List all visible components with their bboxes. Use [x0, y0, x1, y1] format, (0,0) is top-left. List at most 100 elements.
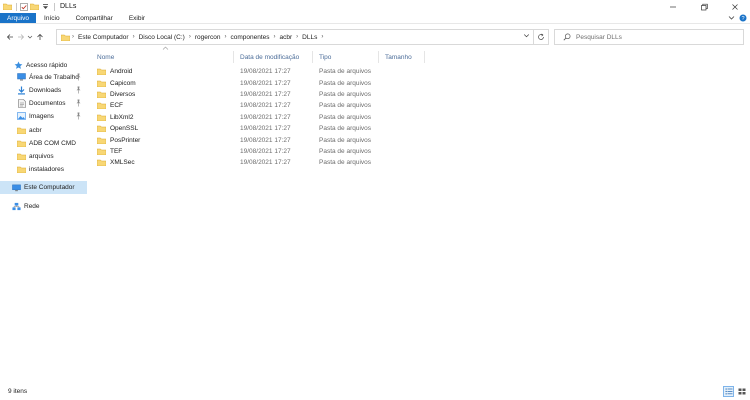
view-toggle	[723, 386, 747, 397]
address-bar[interactable]: › Este Computador › Disco Local (C:) › r…	[56, 29, 534, 45]
pin-icon[interactable]	[75, 73, 82, 81]
nav-item-arquivos[interactable]: arquivos	[0, 150, 88, 162]
nav-item-label: Imagens	[29, 112, 54, 120]
file-date-text: 19/08/2021 17:27	[240, 125, 291, 133]
tab-exibir[interactable]: Exibir	[121, 13, 153, 23]
refresh-button[interactable]	[534, 29, 549, 45]
close-button[interactable]	[719, 0, 750, 13]
chevron-right-icon[interactable]: ›	[296, 34, 298, 40]
chevron-right-icon[interactable]: ›	[189, 34, 191, 40]
file-date: 19/08/2021 17:27	[234, 102, 313, 109]
folder-icon	[17, 126, 26, 135]
nav-item-area-de-trabalho[interactable]: Área de Trabalho	[0, 71, 88, 83]
minimize-button[interactable]	[657, 0, 688, 13]
toolbar-separator	[16, 2, 17, 11]
table-row[interactable]: ECF 19/08/2021 17:27 Pasta de arquivos	[91, 100, 425, 111]
file-type: Pasta de arquivos	[313, 91, 379, 98]
table-row[interactable]: TEF 19/08/2021 17:27 Pasta de arquivos	[91, 146, 425, 157]
tab-arquivo[interactable]: Arquivo	[0, 13, 37, 23]
forward-button[interactable]	[15, 30, 26, 44]
nav-item-instaladores[interactable]: instaladores	[0, 163, 88, 175]
breadcrumb-disco-local[interactable]: Disco Local (C:)	[139, 34, 185, 41]
recent-locations-button[interactable]	[26, 30, 34, 44]
file-name: LibXml2	[91, 114, 234, 121]
customize-toolbar-icon[interactable]	[41, 2, 50, 11]
tab-compartilhar[interactable]: Compartilhar	[68, 13, 121, 23]
table-row[interactable]: Android 19/08/2021 17:27 Pasta de arquivos	[91, 66, 425, 77]
file-type-text: Pasta de arquivos	[319, 159, 372, 167]
properties-icon[interactable]	[19, 2, 28, 11]
address-dropdown-icon[interactable]	[523, 32, 530, 41]
folder-icon	[17, 139, 26, 148]
nav-item-este-computador[interactable]: Este Computador	[0, 181, 87, 194]
breadcrumb-rogercon[interactable]: rogercon	[195, 34, 221, 41]
nav-item-imagens[interactable]: Imagens	[0, 110, 88, 122]
nav-item-label: Área de Trabalho	[29, 73, 79, 81]
nav-item-adb-com-cmd[interactable]: ADB COM CMD	[0, 137, 88, 149]
table-row[interactable]: Capicom 19/08/2021 17:27 Pasta de arquivos	[91, 77, 425, 88]
file-type: Pasta de arquivos	[313, 137, 379, 144]
column-header-tipo[interactable]: Tipo	[313, 51, 379, 63]
nav-item-label: Downloads	[29, 86, 62, 94]
column-header-tamanho[interactable]: Tamanho	[379, 51, 425, 63]
pin-icon[interactable]	[75, 86, 82, 94]
chevron-right-icon[interactable]: ›	[133, 34, 135, 40]
file-name-text: TEF	[110, 147, 123, 155]
tab-inicio[interactable]: Início	[36, 13, 68, 23]
file-type-text: Pasta de arquivos	[319, 113, 372, 121]
up-button[interactable]	[34, 30, 45, 44]
breadcrumb-dlls[interactable]: DLLs	[302, 34, 317, 41]
details-view-button[interactable]	[723, 386, 734, 397]
folder-icon	[3, 2, 12, 11]
file-date-text: 19/08/2021 17:27	[240, 90, 291, 98]
folder-icon	[97, 160, 106, 167]
file-name-text: ECF	[110, 102, 123, 110]
breadcrumb-acbr[interactable]: acbr	[280, 34, 293, 41]
chevron-right-icon[interactable]: ›	[224, 34, 226, 40]
column-header-nome[interactable]: Nome	[91, 51, 234, 63]
nav-item-label: Rede	[24, 202, 40, 210]
breadcrumb-componentes[interactable]: componentes	[230, 34, 269, 41]
nav-item-acesso-rapido[interactable]: Acesso rápido	[0, 59, 88, 71]
nav-item-acbr[interactable]: acbr	[0, 124, 88, 136]
nav-item-label: instaladores	[29, 165, 65, 173]
table-row[interactable]: PosPrinter 19/08/2021 17:27 Pasta de arqui…	[91, 134, 425, 145]
nav-item-rede[interactable]: Rede	[0, 200, 88, 212]
pin-icon[interactable]	[75, 112, 82, 120]
search-box[interactable]: Pesquisar DLLs	[554, 29, 744, 45]
folder-icon	[97, 91, 106, 98]
file-date-text: 19/08/2021 17:27	[240, 159, 291, 167]
ribbon-right-controls: ?	[728, 13, 747, 24]
folder-icon	[61, 34, 70, 41]
table-row[interactable]: Diversos 19/08/2021 17:27 Pasta de arquivo…	[91, 89, 425, 100]
nav-item-downloads[interactable]: Downloads	[0, 84, 88, 96]
file-name: Capicom	[91, 80, 234, 87]
large-icons-view-button[interactable]	[736, 386, 747, 397]
chevron-right-icon[interactable]: ›	[321, 34, 323, 40]
file-type-text: Pasta de arquivos	[319, 125, 372, 133]
nav-item-documentos[interactable]: Documentos	[0, 97, 88, 109]
file-date-text: 19/08/2021 17:27	[240, 147, 291, 155]
file-name: XMLSec	[91, 159, 234, 167]
new-folder-icon[interactable]	[30, 2, 39, 11]
address-row: › Este Computador › Disco Local (C:) › r…	[0, 27, 750, 47]
chevron-right-icon[interactable]: ›	[274, 34, 276, 40]
expand-ribbon-icon[interactable]	[728, 14, 735, 23]
toolbar-separator	[54, 2, 55, 11]
help-icon[interactable]: ?	[739, 14, 747, 24]
maximize-button[interactable]	[688, 0, 719, 13]
pin-icon[interactable]	[75, 99, 82, 107]
column-header-data-modificacao[interactable]: Data de modificação	[234, 51, 313, 63]
table-row[interactable]: OpenSSL 19/08/2021 17:27 Pasta de arquivos	[91, 123, 425, 134]
table-row[interactable]: XMLSec 19/08/2021 17:27 Pasta de arquivos	[91, 157, 425, 168]
file-type-text: Pasta de arquivos	[319, 90, 372, 98]
folder-icon	[97, 125, 106, 133]
back-button[interactable]	[4, 30, 15, 44]
table-row[interactable]: LibXml2 19/08/2021 17:27 Pasta de arquivos	[91, 112, 425, 123]
breadcrumb-este-computador[interactable]: Este Computador	[78, 34, 129, 41]
search-input[interactable]: Pesquisar DLLs	[576, 34, 622, 41]
nav-item-label: acbr	[29, 126, 42, 134]
file-name-text: Capicom	[110, 79, 136, 87]
file-date: 19/08/2021 17:27	[234, 125, 313, 132]
file-date: 19/08/2021 17:27	[234, 91, 313, 98]
